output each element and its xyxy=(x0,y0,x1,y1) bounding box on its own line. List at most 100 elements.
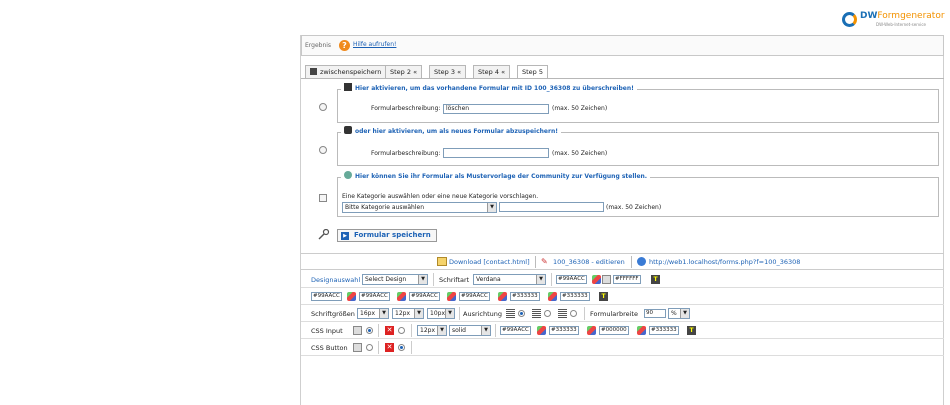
color-row: #99AACC #99AACC #99AACC #99AACC #333333 … xyxy=(301,288,944,305)
align-left-radio[interactable] xyxy=(518,310,525,317)
tab-step-4[interactable]: Step 4 « xyxy=(473,65,511,78)
font-size-select-2[interactable]: 12px ▼ xyxy=(392,308,424,319)
pencil-icon: ✎ xyxy=(541,257,548,266)
chevron-down-icon: ▼ xyxy=(414,309,423,318)
chevron-down-icon: ▼ xyxy=(418,275,427,284)
text-color-icon[interactable]: T xyxy=(599,292,608,301)
font-size-select-3[interactable]: 10px ▼ xyxy=(427,308,455,319)
action-bar: Download [contact.html] ✎ 100_36308 - ed… xyxy=(301,253,944,270)
edit-link[interactable]: 100_36308 - editieren xyxy=(553,258,625,266)
community-icon xyxy=(344,171,352,179)
color-field-2[interactable]: #99AACC xyxy=(359,292,390,301)
color-picker-icon[interactable] xyxy=(397,292,406,301)
form-width-unit-select[interactable]: % ▼ xyxy=(668,308,690,319)
css-input-color-4[interactable]: #333333 xyxy=(649,326,679,335)
css-input-radio-on[interactable] xyxy=(366,327,373,334)
align-right-radio[interactable] xyxy=(570,310,577,317)
border-size-select[interactable]: 12px ▼ xyxy=(417,325,447,336)
chevron-down-icon: ▼ xyxy=(445,309,454,318)
align-left-icon xyxy=(506,309,515,318)
download-link[interactable]: Download [contact.html] xyxy=(449,258,530,266)
color-picker-icon[interactable] xyxy=(498,292,507,301)
help-icon[interactable]: ? xyxy=(339,40,350,51)
color-field-5[interactable]: #333333 xyxy=(510,292,540,301)
css-button-radio-off[interactable] xyxy=(398,344,405,351)
form-url-link[interactable]: http://web1.localhost/forms.php?f=100_36… xyxy=(649,258,800,266)
new-form-radio[interactable] xyxy=(319,146,327,154)
row-separator xyxy=(495,324,496,337)
new-desc-input[interactable] xyxy=(443,148,549,158)
css-input-color-3[interactable]: #000000 xyxy=(599,326,629,335)
background-icon[interactable] xyxy=(602,275,611,284)
chevron-down-icon: ▼ xyxy=(437,326,446,335)
border-style-select[interactable]: solid ▼ xyxy=(449,325,491,336)
color-picker-icon[interactable] xyxy=(592,275,601,284)
overwrite-radio[interactable] xyxy=(319,103,327,111)
text-color-icon[interactable]: T xyxy=(687,326,696,335)
tab-step-2[interactable]: Step 2 « xyxy=(385,65,423,78)
color-picker-icon[interactable] xyxy=(347,292,356,301)
logo-ring-icon xyxy=(842,12,857,27)
new-desc-label: Formularbeschreibung: xyxy=(371,150,441,157)
color-picker-icon[interactable] xyxy=(637,326,646,335)
color-field-6[interactable]: #333333 xyxy=(560,292,590,301)
logo-brand: DWFormgenerator xyxy=(860,11,945,21)
form-width-input[interactable]: 90 xyxy=(644,309,666,318)
align-right-icon xyxy=(558,309,567,318)
color-field-4[interactable]: #99AACC xyxy=(459,292,490,301)
overwrite-desc-label: Formularbeschreibung: xyxy=(371,105,441,112)
align-center-radio[interactable] xyxy=(544,310,551,317)
font-label: Schriftart xyxy=(439,276,470,284)
design-color-1[interactable]: #99AACC xyxy=(556,275,587,284)
form-width-label: Formularbreite xyxy=(590,310,638,318)
floppy-icon xyxy=(344,83,352,91)
help-link[interactable]: Hilfe aufrufen! xyxy=(353,41,396,48)
row-separator xyxy=(551,273,552,286)
community-hint: (max. 50 Zeichen) xyxy=(606,204,662,211)
row-separator xyxy=(378,341,379,354)
logo-tagline: DW-Web-Internet-service xyxy=(876,22,926,27)
save-form-button[interactable]: ▶ Formular speichern xyxy=(337,229,437,242)
color-field-3[interactable]: #99AACC xyxy=(409,292,440,301)
design-select[interactable]: Select Design ▼ xyxy=(362,274,428,285)
color-picker-icon[interactable] xyxy=(537,326,546,335)
font-select[interactable]: Verdana ▼ xyxy=(473,274,546,285)
community-checkbox[interactable] xyxy=(319,194,327,202)
css-input-radio-off[interactable] xyxy=(398,327,405,334)
main-panel: Ergebnis ? Hilfe aufrufen! zwischenspeic… xyxy=(300,35,944,405)
new-document-icon xyxy=(344,126,352,134)
row-separator xyxy=(459,307,460,320)
design-color-2[interactable]: #FFFFFF xyxy=(613,275,641,284)
no-style-icon: ✕ xyxy=(385,326,394,335)
css-input-color-1[interactable]: #99AACC xyxy=(500,326,531,335)
css-input-color-2[interactable]: #333333 xyxy=(549,326,579,335)
color-field-1[interactable]: #99AACC xyxy=(311,292,342,301)
tab-zwischenspeichern[interactable]: zwischenspeichern xyxy=(305,65,387,78)
tab-step-3[interactable]: Step 3 « xyxy=(429,65,467,78)
category-select[interactable]: Bitte Kategorie auswählen ▼ xyxy=(342,202,497,213)
input-style-icon xyxy=(353,326,362,335)
action-separator xyxy=(535,256,536,268)
font-size-select-1[interactable]: 16px ▼ xyxy=(357,308,389,319)
design-row: Designauswahl Select Design ▼ Schriftart … xyxy=(301,271,944,288)
tab-step-5[interactable]: Step 5 xyxy=(517,65,549,79)
overwrite-desc-input[interactable]: löschen xyxy=(443,104,549,114)
settings-key-icon xyxy=(318,228,330,240)
result-label: Ergebnis xyxy=(305,42,332,49)
chevron-down-icon: ▼ xyxy=(536,275,545,284)
result-bar: Ergebnis ? Hilfe aufrufen! xyxy=(301,35,944,56)
new-category-input[interactable] xyxy=(499,202,604,212)
color-picker-icon[interactable] xyxy=(587,326,596,335)
css-button-row: CSS Button ✕ xyxy=(301,339,944,356)
chevron-down-icon: ▼ xyxy=(379,309,388,318)
css-input-label: CSS Input xyxy=(311,327,343,335)
row-separator xyxy=(584,307,585,320)
css-input-row: CSS Input ✕ 12px ▼ solid ▼ #99AACC #333333… xyxy=(301,322,944,339)
color-picker-icon[interactable] xyxy=(548,292,557,301)
community-desc: Eine Kategorie auswählen oder eine neue … xyxy=(342,193,539,200)
button-style-icon xyxy=(353,343,362,352)
css-button-radio-on[interactable] xyxy=(366,344,373,351)
text-color-icon[interactable]: T xyxy=(651,275,660,284)
font-size-label: Schriftgrößen xyxy=(311,310,355,318)
color-picker-icon[interactable] xyxy=(447,292,456,301)
